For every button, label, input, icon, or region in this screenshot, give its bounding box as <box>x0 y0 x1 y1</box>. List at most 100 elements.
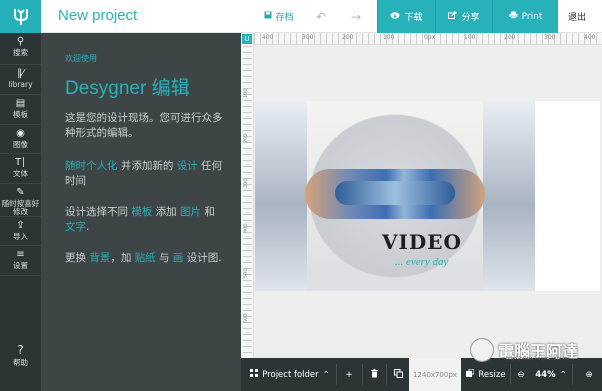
exit-button[interactable]: 退出 <box>562 0 592 33</box>
undo-button[interactable]: ↶ <box>311 0 331 33</box>
vertical-ruler-label: 100 <box>243 88 249 98</box>
project-folder-button[interactable]: Project folder ⌃ <box>245 358 335 391</box>
add-page-button[interactable]: + <box>337 358 361 391</box>
share-button[interactable]: 分享 <box>435 0 492 33</box>
sidebar-item-import[interactable]: ⇪ 导入 <box>0 217 41 246</box>
panel-background-text: 更换 背景，加 贴纸 与 画 设计图. <box>65 251 225 266</box>
camera-icon: ◉ <box>16 128 25 139</box>
sidebar-item-text[interactable]: T∣ 文体 <box>0 154 41 184</box>
ruler-label: 100 <box>383 34 395 41</box>
ruler-label: 0px <box>424 34 436 41</box>
settings-sliders-icon: ≡ <box>16 249 25 260</box>
redo-button[interactable]: → <box>346 0 366 33</box>
template-link[interactable]: 模板 <box>131 206 152 218</box>
sidebar-item-label: 随时按喜好修改 <box>1 199 40 216</box>
plus-icon: + <box>345 369 353 380</box>
vertical-ruler-label: 300 <box>243 178 249 188</box>
photo-figure-detail <box>335 181 455 205</box>
duplicate-page-button[interactable] <box>387 358 409 391</box>
vertical-ruler-label: 400 <box>243 223 249 233</box>
sidebar-item-label: 文体 <box>13 169 28 178</box>
download-label: 下载 <box>404 13 423 23</box>
sidebar-item-images[interactable]: ◉ 图像 <box>0 125 41 154</box>
save-button[interactable]: 存档 <box>259 0 299 33</box>
draw-link[interactable]: 画 <box>173 252 184 264</box>
personalize-link[interactable]: 随时个人化 <box>65 160 118 172</box>
images-link[interactable]: 图片 <box>180 206 201 218</box>
save-label: 存档 <box>275 13 294 23</box>
background-link[interactable]: 背景 <box>89 252 110 264</box>
undo-arrow-icon: ↶ <box>315 9 327 24</box>
zoom-in-button[interactable]: ⊕ <box>579 358 599 391</box>
panel-welcome: 欢迎使用 <box>65 54 97 63</box>
trash-icon <box>370 368 378 381</box>
panel-intro-text: 这是您的设计现场。您可进行众多种形式的编辑。 <box>65 112 223 139</box>
panel-heading: Desygner 编辑 <box>65 78 190 99</box>
delete-page-button[interactable] <box>363 358 385 391</box>
watermark-logo-icon: ☺ <box>470 338 494 362</box>
design-title-text[interactable]: VIDEO <box>382 230 462 254</box>
redo-arrow-icon: → <box>350 9 362 24</box>
project-folder-label: Project folder <box>262 369 319 380</box>
question-icon: ? <box>17 343 24 357</box>
copy-icon <box>393 368 403 381</box>
pen-icon: ✎ <box>16 187 25 198</box>
download-button[interactable]: 下载 <box>377 0 435 33</box>
vertical-ruler-label: 600 <box>243 313 249 323</box>
share-label: 分享 <box>461 13 480 23</box>
print-label: Print <box>521 11 543 22</box>
design-page[interactable]: VIDEO ... every day <box>255 101 600 291</box>
printer-icon <box>509 11 518 22</box>
site-watermark: ☺ 電腦王阿達 http://www.kocpc.com.tw <box>470 332 580 368</box>
sidebar-item-library[interactable]: ‖⁄ library <box>0 65 41 95</box>
template-icon: ▤ <box>15 98 26 109</box>
designer-logo-icon[interactable] <box>0 0 41 33</box>
stickers-link[interactable]: 贴纸 <box>135 252 156 264</box>
ruler-label: 300 <box>544 34 556 41</box>
top-toolbar: New project 存档 ↶ → 下载 分享 Print 退出 <box>0 0 602 33</box>
resize-label: Resize <box>478 369 506 380</box>
sidebar-item-help[interactable]: ? 帮助 <box>0 343 41 368</box>
panel-text: 更换 <box>65 252 90 264</box>
sidebar-item-edit[interactable]: ✎ 随时按喜好修改 <box>0 184 41 217</box>
panel-text: . <box>86 221 90 233</box>
panel-text: 添加 <box>152 206 181 218</box>
panel-text: ，加 <box>110 252 135 264</box>
project-title[interactable]: New project <box>58 7 137 24</box>
text-icon: T∣ <box>14 157 27 168</box>
print-button[interactable]: Print <box>492 0 558 33</box>
text-link[interactable]: 文字 <box>65 221 86 233</box>
grid-icon <box>250 369 259 380</box>
panel-personalize-text: 随时个人化 并添加新的 设计 任何时间 <box>65 159 225 189</box>
panel-text: 并添加新的 <box>117 160 177 172</box>
chevron-up-icon: ⌃ <box>559 369 567 380</box>
sidebar-item-settings[interactable]: ≡ 设置 <box>0 246 41 276</box>
panel-text: 和 <box>201 206 215 218</box>
cloud-download-icon <box>390 11 400 22</box>
ruler-label: 100 <box>464 34 476 41</box>
panel-text: 与 <box>155 252 173 264</box>
ruler-corner-unit[interactable]: U <box>242 34 252 44</box>
panel-text: 设计选择不同 <box>65 206 132 218</box>
ruler-label: 300 <box>302 34 314 41</box>
zoom-level-label: 44% <box>535 369 556 380</box>
sidebar-item-label: 图像 <box>13 140 28 149</box>
ruler-label: 200 <box>504 34 516 41</box>
sidebar-item-label: 帮助 <box>13 358 28 367</box>
zoom-out-icon: ⊖ <box>517 369 525 380</box>
design-link[interactable]: 设计 <box>177 160 198 172</box>
sidebar-item-label: 模板 <box>13 110 28 119</box>
resize-icon <box>466 368 475 380</box>
sidebar-item-search[interactable]: ⚲ 搜索 <box>0 36 41 65</box>
canvas-size-readout: 1240x700px <box>409 358 461 391</box>
sidebar-item-templates[interactable]: ▤ 模板 <box>0 95 41 125</box>
library-icon: ‖⁄ <box>17 68 24 79</box>
vertical-ruler-label: 200 <box>243 133 249 143</box>
watermark-url: http://www.kocpc.com.tw <box>506 356 570 362</box>
share-icon <box>448 11 457 22</box>
panel-template-text: 设计选择不同 模板 添加 图片 和 文字. <box>65 205 225 235</box>
sidebar-item-label: 导入 <box>13 232 28 241</box>
ruler-label: 400 <box>584 34 596 41</box>
panel-text: 设计图. <box>183 252 222 264</box>
design-subtitle-text[interactable]: ... every day <box>395 256 448 268</box>
